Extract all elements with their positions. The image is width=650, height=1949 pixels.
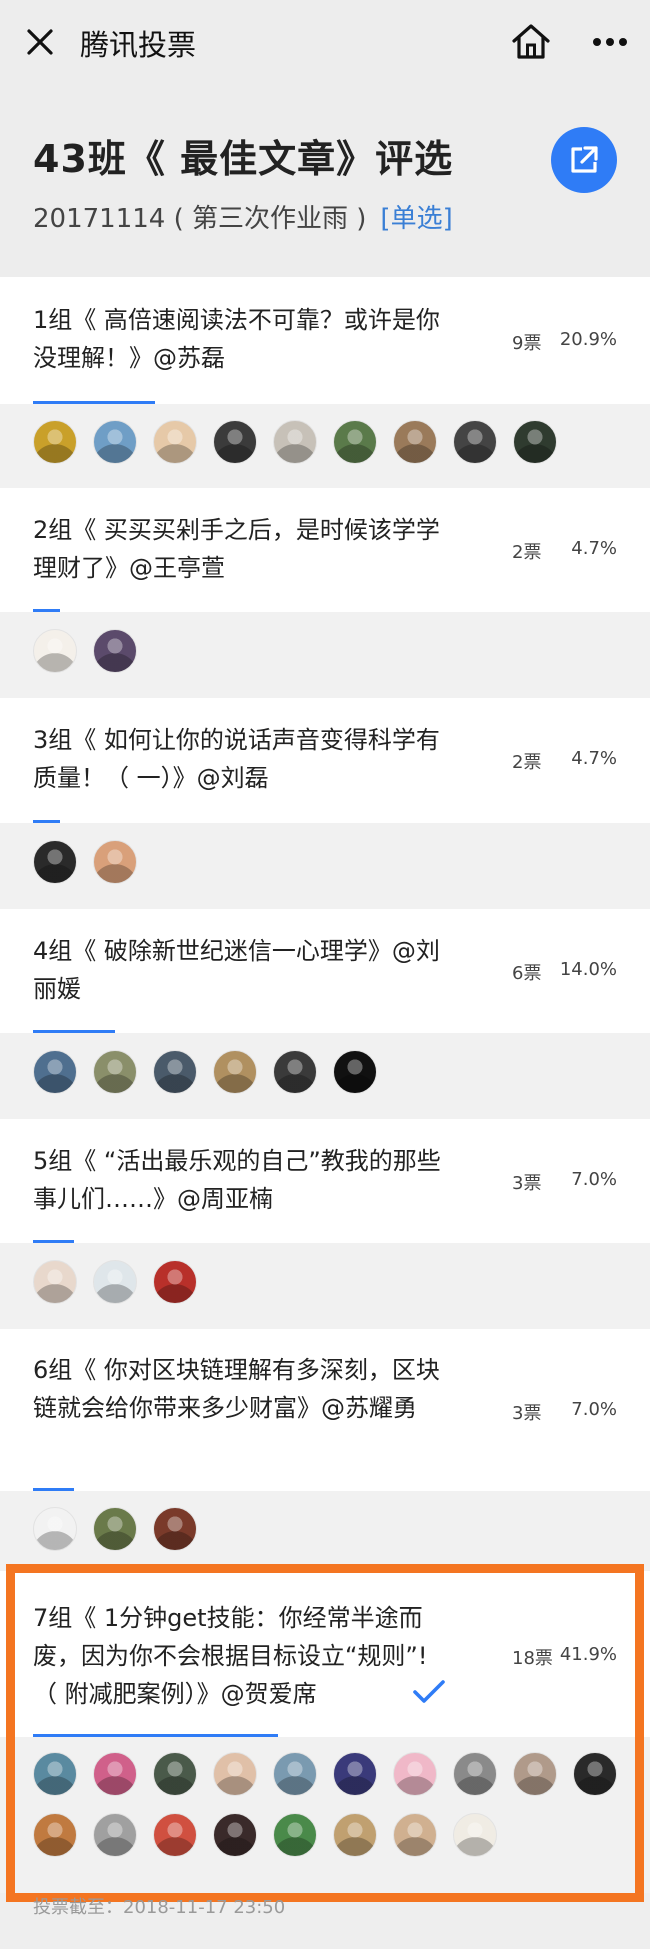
voter-avatar[interactable] [93,1050,137,1094]
voter-avatar[interactable] [33,1050,77,1094]
voter-avatar[interactable] [33,420,77,464]
option-votes: 2票 [512,542,542,563]
poll-header: 43班《 最佳文章》评选 20171114 ( 第三次作业雨 ) [单选] [0,84,650,277]
voter-avatars-6 [0,1491,650,1571]
voter-avatar[interactable] [93,1507,137,1551]
voter-avatars-4 [0,1033,650,1119]
voter-avatar[interactable] [153,1507,197,1551]
voter-avatar[interactable] [153,1813,197,1857]
nav-bar: 腾讯投票 [0,0,650,84]
voter-avatar[interactable] [153,420,197,464]
voter-avatar[interactable] [393,420,437,464]
voter-avatar[interactable] [213,420,257,464]
option-text: 5组《 “活出最乐观的自己”教我的那些事儿们……》@周亚楠 [33,1147,441,1213]
voter-avatar[interactable] [153,1752,197,1796]
poll-option-1[interactable]: 1组《 高倍速阅读法不可靠？或许是你没理解！》@苏磊 9票 20.9% [0,277,650,404]
poll-subtitle: 20171114 ( 第三次作业雨 ) [单选] [33,198,453,235]
voter-avatar[interactable] [333,1050,377,1094]
option-percent: 4.7% [571,748,617,769]
voter-avatar[interactable] [453,1752,497,1796]
poll-option-4[interactable]: 4组《 破除新世纪迷信一心理学》@刘丽媛 6票 14.0% [0,909,650,1033]
home-icon[interactable] [511,22,551,60]
voter-avatar[interactable] [213,1813,257,1857]
option-votes: 9票 [512,333,542,354]
voter-avatar[interactable] [333,1752,377,1796]
voter-avatar[interactable] [33,1507,77,1551]
poll-mode-badge: [单选] [380,204,453,234]
option-votes: 6票 [512,963,542,984]
option-percent: 41.9% [559,1644,617,1665]
poll-deadline: 投票截至：2018-11-17 23:50 [33,1897,286,1918]
voter-avatar[interactable] [33,1260,77,1304]
voter-avatars-5 [0,1243,650,1329]
voter-avatar[interactable] [213,1752,257,1796]
check-icon [413,1680,445,1703]
more-icon[interactable] [592,36,628,48]
voter-avatar[interactable] [333,420,377,464]
voter-avatar[interactable] [393,1813,437,1857]
voter-avatar[interactable] [513,1752,557,1796]
voter-avatar[interactable] [93,840,137,884]
share-button[interactable] [551,127,617,193]
voter-avatar[interactable] [393,1752,437,1796]
page-title: 43班《 最佳文章》评选 [33,137,454,181]
voter-avatar[interactable] [153,1050,197,1094]
option-percent: 7.0% [571,1169,617,1190]
option-text: 4组《 破除新世纪迷信一心理学》@刘丽媛 [33,937,440,1003]
voter-avatar[interactable] [333,1813,377,1857]
option-votes: 3票 [512,1173,542,1194]
voter-avatar[interactable] [273,1813,317,1857]
voter-avatar[interactable] [93,1260,137,1304]
poll-option-3[interactable]: 3组《 如何让你的说话声音变得科学有质量！（ 一）》@刘磊 2票 4.7% [0,698,650,823]
voter-avatar[interactable] [453,420,497,464]
poll-option-7[interactable]: 7组《 1分钟get技能：你经常半途而废，因为你不会根据目标设立“规则”!（ 附… [0,1571,650,1737]
option-percent: 20.9% [559,329,617,350]
voter-avatars-3 [0,823,650,909]
voter-avatar[interactable] [33,1752,77,1796]
voter-avatar[interactable] [513,420,557,464]
voter-avatar[interactable] [93,1752,137,1796]
close-icon[interactable] [24,26,56,58]
option-text: 7组《 1分钟get技能：你经常半途而废，因为你不会根据目标设立“规则”!（ 附… [33,1604,428,1708]
voter-avatar[interactable] [213,1050,257,1094]
option-votes: 3票 [512,1403,542,1424]
voter-avatar[interactable] [453,1813,497,1857]
voter-avatar[interactable] [93,629,137,673]
voter-avatar[interactable] [273,1050,317,1094]
option-percent: 7.0% [571,1399,617,1420]
voter-avatar[interactable] [33,840,77,884]
voter-avatar[interactable] [33,629,77,673]
voter-avatar[interactable] [93,1813,137,1857]
option-text: 1组《 高倍速阅读法不可靠？或许是你没理解！》@苏磊 [33,306,440,372]
voter-avatar[interactable] [153,1260,197,1304]
voter-avatars-2 [0,612,650,698]
share-icon [571,146,598,173]
voter-avatar[interactable] [573,1752,617,1796]
voter-avatars-1 [0,404,650,488]
option-percent: 14.0% [559,959,617,980]
poll-date-label: 20171114 ( 第三次作业雨 ) [33,204,367,234]
poll-option-2[interactable]: 2组《 买买买剁手之后，是时候该学学理财了》@王亭萱 2票 4.7% [0,488,650,612]
option-percent: 4.7% [571,538,617,559]
option-votes: 18票 [512,1648,553,1669]
voter-avatar[interactable] [273,420,317,464]
option-votes: 2票 [512,752,542,773]
voter-avatars-7 [0,1737,650,1893]
poll-option-5[interactable]: 5组《 “活出最乐观的自己”教我的那些事儿们……》@周亚楠 3票 7.0% [0,1119,650,1243]
voter-avatar[interactable] [273,1752,317,1796]
option-text: 3组《 如何让你的说话声音变得科学有质量！（ 一）》@刘磊 [33,726,440,792]
option-text: 2组《 买买买剁手之后，是时候该学学理财了》@王亭萱 [33,516,440,582]
voter-avatar[interactable] [33,1813,77,1857]
nav-title: 腾讯投票 [80,28,197,62]
option-text: 6组《 你对区块链理解有多深刻，区块链就会给你带来多少财富》@苏耀勇 [33,1356,440,1422]
poll-option-6[interactable]: 6组《 你对区块链理解有多深刻，区块链就会给你带来多少财富》@苏耀勇 3票 7.… [0,1329,650,1491]
voter-avatar[interactable] [93,420,137,464]
